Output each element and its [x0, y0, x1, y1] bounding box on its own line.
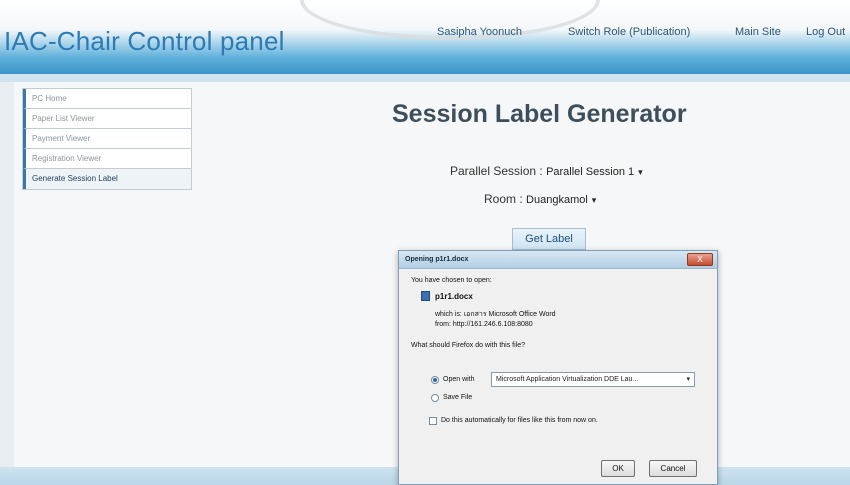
open-with-label: Open with	[443, 376, 475, 383]
auto-action-checkbox[interactable]	[429, 417, 437, 425]
main-site-link[interactable]: Main Site	[735, 26, 781, 38]
save-file-label: Save File	[443, 394, 473, 401]
dialog-question: What should Firefox do with this file?	[411, 342, 525, 349]
close-button[interactable]: X	[687, 253, 713, 266]
logout-link[interactable]: Log Out	[806, 26, 845, 38]
parallel-session-value: Parallel Session 1	[546, 166, 635, 178]
sidebar-item-generate-session-label[interactable]: Generate Session Label	[23, 169, 191, 189]
chevron-down-icon: ▾	[638, 167, 643, 177]
parallel-session-row: Parallel Session : Parallel Session 1 ▾	[450, 164, 643, 178]
dialog-which-is: which is: เอกสาร Microsoft Office Word	[435, 311, 556, 318]
room-select[interactable]: Duangkamol ▾	[526, 194, 596, 206]
chevron-down-icon: ▾	[591, 195, 597, 205]
user-name-link[interactable]: Sasipha Yoonuch	[437, 26, 522, 38]
sidebar-item-registration-viewer[interactable]: Registration Viewer	[23, 149, 191, 169]
dialog-intro: You have chosen to open:	[411, 277, 492, 284]
dialog-filename: p1r1.docx	[435, 292, 473, 301]
app-title: IAC-Chair Control panel	[4, 26, 285, 56]
cancel-button[interactable]: Cancel	[649, 460, 697, 477]
word-document-icon	[421, 291, 430, 301]
save-file-radio[interactable]	[431, 394, 439, 402]
room-row: Room : Duangkamol ▾	[484, 192, 596, 206]
auto-action-label: Do this automatically for files like thi…	[441, 417, 598, 424]
sidebar-item-pc-home[interactable]: PC Home	[23, 89, 191, 109]
file-open-dialog: Opening p1r1.docx X You have chosen to o…	[398, 250, 718, 485]
parallel-session-label: Parallel Session :	[450, 164, 543, 178]
dialog-titlebar: Opening p1r1.docx	[399, 251, 717, 269]
header-band	[0, 74, 850, 82]
dropdown-arrow-icon: ▾	[686, 376, 690, 383]
open-with-app-value: Microsoft Application Virtualization DDE…	[496, 376, 639, 383]
room-value: Duangkamol	[526, 194, 588, 206]
open-with-radio[interactable]	[431, 376, 439, 384]
dialog-from: from: http://161.246.6.108:8080	[435, 321, 533, 328]
header-bar: IAC-Chair Control panel Sasipha Yoonuch …	[0, 0, 850, 74]
sidebar-item-paper-list-viewer[interactable]: Paper List Viewer	[23, 109, 191, 129]
parallel-session-select[interactable]: Parallel Session 1 ▾	[546, 166, 643, 178]
ok-button[interactable]: OK	[601, 460, 635, 477]
get-label-button[interactable]: Get Label	[512, 228, 586, 250]
open-with-app-select[interactable]: Microsoft Application Virtualization DDE…	[491, 372, 695, 387]
page-title: Session Label Generator	[392, 100, 687, 128]
sidebar-item-payment-viewer[interactable]: Payment Viewer	[23, 129, 191, 149]
sidebar: PC Home Paper List Viewer Payment Viewer…	[22, 88, 192, 190]
switch-role-link[interactable]: Switch Role (Publication)	[568, 26, 690, 38]
room-label: Room :	[484, 192, 523, 206]
